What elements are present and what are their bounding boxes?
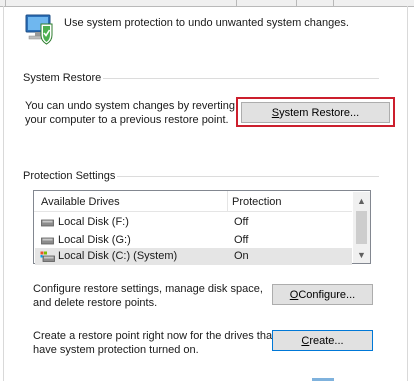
header-description: Use system protection to undo unwanted s… xyxy=(64,17,349,29)
button-label: Configure... xyxy=(298,288,356,301)
system-drive-icon xyxy=(40,251,55,262)
tab-strip xyxy=(0,0,414,7)
group-divider xyxy=(103,78,379,79)
system-restore-description-line2: your computer to a previous restore poin… xyxy=(25,114,229,126)
protection-settings-group-label: Protection Settings xyxy=(23,170,116,182)
tab-separator xyxy=(333,0,334,6)
configure-button[interactable]: O Configure... xyxy=(272,284,373,305)
drives-list[interactable]: Available Drives Protection Local Disk (… xyxy=(33,190,371,265)
list-header: Available Drives Protection xyxy=(34,191,352,212)
configure-description-line1: Configure restore settings, manage disk … xyxy=(33,283,263,295)
drive-row-c[interactable]: Local Disk (C:) (System) On xyxy=(35,248,352,265)
button-label: ystem Restore... xyxy=(279,106,360,119)
drive-name: Local Disk (F:) xyxy=(58,216,129,228)
group-divider xyxy=(117,176,379,177)
panel-border xyxy=(3,6,4,381)
drive-name: Local Disk (G:) xyxy=(58,234,131,246)
system-protection-icon xyxy=(22,13,56,45)
scroll-down-icon[interactable]: ▼ xyxy=(353,246,370,263)
drive-row-f[interactable]: Local Disk (F:) Off xyxy=(35,214,352,231)
tab-separator xyxy=(5,0,6,6)
drive-row-g[interactable]: Local Disk (G:) Off xyxy=(35,232,352,249)
tab-separator xyxy=(236,0,237,6)
hard-drive-icon xyxy=(41,218,54,227)
button-accelerator: C xyxy=(301,334,310,347)
drive-protection: Off xyxy=(234,216,249,228)
button-accelerator: S xyxy=(271,106,280,119)
system-restore-button[interactable]: System Restore... xyxy=(241,102,390,123)
create-description-line2: have system protection turned on. xyxy=(33,344,199,356)
list-scrollbar[interactable]: ▲ ▼ xyxy=(353,192,370,263)
scroll-up-icon[interactable]: ▲ xyxy=(353,192,370,209)
create-button[interactable]: Create... xyxy=(272,330,373,351)
panel-border xyxy=(407,6,408,381)
column-header-drives[interactable]: Available Drives xyxy=(41,193,120,211)
column-divider xyxy=(227,191,228,211)
hard-drive-icon xyxy=(41,236,54,245)
button-label: reate... xyxy=(309,334,344,347)
button-accelerator: O xyxy=(289,288,299,301)
column-header-protection[interactable]: Protection xyxy=(232,193,282,211)
drive-protection: On xyxy=(234,250,249,262)
create-description-line1: Create a restore point right now for the… xyxy=(33,330,276,342)
tab-separator xyxy=(296,0,297,6)
configure-description-line2: and delete restore points. xyxy=(33,297,158,309)
scroll-thumb[interactable] xyxy=(356,211,367,244)
system-restore-group-label: System Restore xyxy=(23,72,102,84)
drive-name: Local Disk (C:) (System) xyxy=(58,250,178,262)
drive-protection: Off xyxy=(234,234,249,246)
system-restore-description-line1: You can undo system changes by reverting xyxy=(25,100,235,112)
